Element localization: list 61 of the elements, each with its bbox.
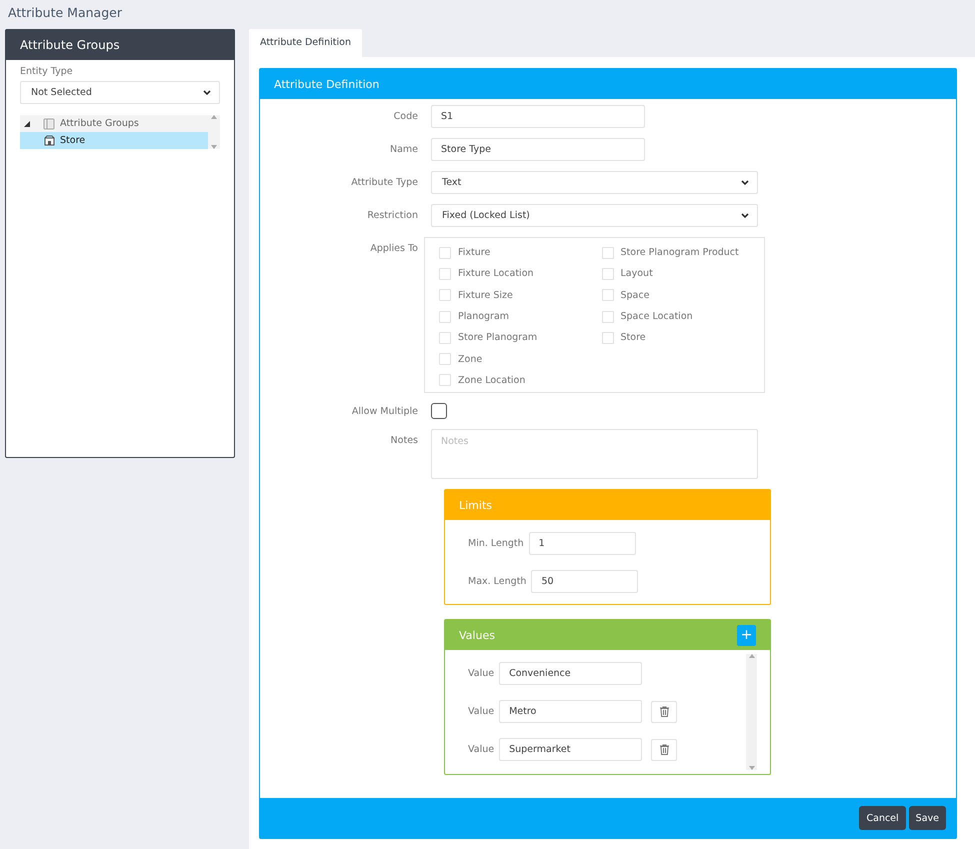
checkbox[interactable] [431,403,447,420]
value-field[interactable]: Supermarket [499,738,642,762]
field-label: Attribute Type [350,177,419,188]
length-field[interactable]: 1 [528,532,636,556]
field-label: Max. Length [468,576,526,588]
checkbox-label: Store Planogram Product [620,247,739,258]
field-label: Applies To [369,242,419,254]
tree-item[interactable]: Attribute Groups [20,115,208,132]
name-field[interactable]: Store Type [431,138,645,161]
checkbox-label: Space Location [620,311,693,322]
scroll-down-icon[interactable] [211,145,217,149]
caret-icon [741,180,749,186]
checkbox-label: Planogram [458,311,510,322]
scroll-up-icon[interactable] [211,115,217,119]
tree-item[interactable]: Store [20,132,208,149]
page-title: Attribute Manager [7,4,123,22]
tab[interactable]: Attribute Definition [249,29,362,57]
field-label: Code [392,111,419,122]
scroll-up-icon[interactable] [748,654,754,658]
delete-button[interactable] [651,700,678,723]
value-field[interactable]: Convenience [499,662,642,686]
checkbox-label: Store [620,332,646,344]
checkbox-label: Fixture Location [458,268,534,280]
folder-icon [43,118,55,130]
checkbox-label: Fixture [458,247,490,258]
field-label: Value [468,706,494,718]
scroll-down-icon[interactable] [748,766,754,770]
trash-icon [660,744,669,756]
panel-title: Attribute Definition [260,69,956,99]
checkbox-label: Zone Location [458,374,526,386]
checkbox-label: Zone [458,354,482,365]
checkbox-label: Store Planogram [458,332,538,344]
panel-title: Attribute Groups [6,30,234,60]
attribute-type-select[interactable]: Text [431,171,758,194]
field-label: Min. Length [468,538,524,550]
value-field[interactable]: Metro [499,700,642,724]
caret-icon [741,212,749,218]
field-label: Entity Type [20,66,74,77]
length-field[interactable]: 50 [531,570,638,594]
cancel-button[interactable]: Cancel [859,806,906,830]
field-label: Notes [390,434,419,446]
checkbox-label: Layout [620,268,653,280]
scrollbar[interactable] [746,654,757,770]
entity-type-select[interactable]: Not Selected [20,81,220,104]
restriction-select[interactable]: Fixed (Locked List) [431,204,758,227]
checkbox-label: Fixture Size [458,290,513,301]
save-button[interactable]: Save [908,806,946,830]
trash-icon [660,706,669,718]
delete-button[interactable] [651,738,678,761]
field-label: Allow Multiple [350,406,419,417]
store-icon [44,135,55,146]
field-label: Name [388,144,419,155]
field-label: Value [468,744,494,756]
field-label: Restriction [366,210,419,221]
panel-title: Limits [445,490,770,520]
caret-icon [203,90,211,96]
panel-title: Values + [445,620,770,650]
checkbox-label: Space [620,290,650,301]
code-field[interactable]: S1 [431,105,645,128]
expand-triangle-icon[interactable] [24,120,30,126]
field-label: Value [468,668,494,680]
